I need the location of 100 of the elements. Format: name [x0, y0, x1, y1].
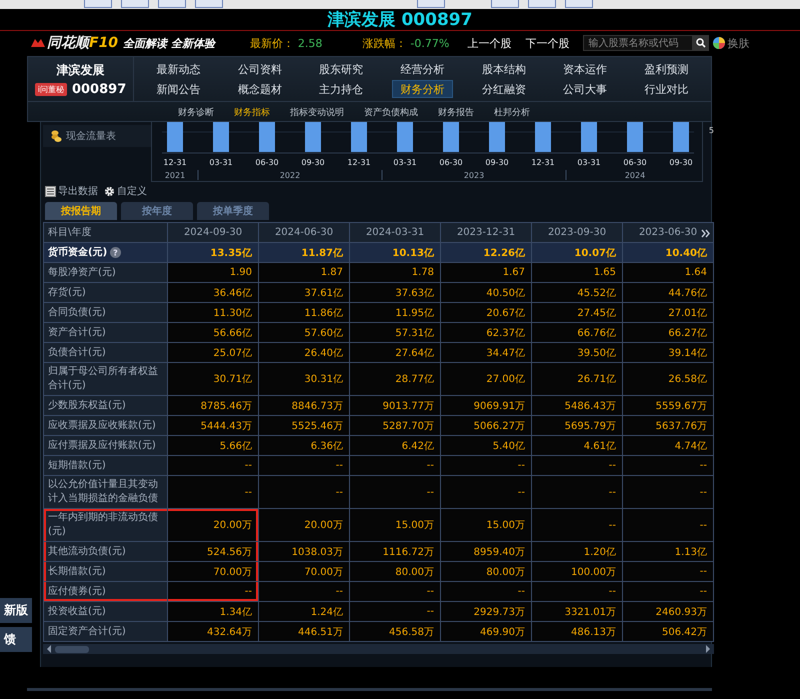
table-cell: 13.35亿 [168, 243, 259, 263]
customize-link[interactable]: 自定义 [104, 184, 147, 198]
table-cell: 70.00万 [168, 562, 259, 582]
x-axis-label: 09-30 [485, 158, 509, 167]
left-arrow-icon[interactable] [46, 645, 52, 653]
table-cell: 8959.40万 [441, 542, 532, 562]
table-cell: 456.58万 [350, 622, 441, 642]
row-label-text: 应付票据及应付账款(元) [48, 438, 156, 452]
row-label-text: 以公允价值计量且其变动计入当期损益的金融负债 [48, 478, 159, 506]
window-title: 津滨发展 000897 [328, 9, 472, 31]
table-cell: 56.66亿 [168, 323, 259, 343]
row-label-text: 资产合计(元) [48, 326, 106, 340]
horizontal-scrollbar[interactable] [43, 644, 714, 654]
table-cell: 1.65 [532, 263, 623, 283]
toolbar-button[interactable] [417, 0, 445, 8]
toolbar-button[interactable] [195, 0, 223, 8]
table-cell: 45.52亿 [532, 283, 623, 303]
subnav-tab[interactable]: 杜邦分析 [494, 106, 530, 118]
subnav-tab[interactable]: 财务指标 [234, 106, 270, 118]
table-cell: 4.61亿 [532, 436, 623, 456]
toolbar-button[interactable] [491, 0, 519, 8]
nav-tab[interactable]: 概念题材 [219, 79, 301, 99]
row-label-text: 短期借款(元) [48, 458, 106, 472]
skin-link[interactable]: 换肤 [727, 36, 750, 50]
x-axis-label: 06-30 [623, 158, 647, 167]
nav-tab[interactable]: 新闻公告 [138, 79, 220, 99]
ask-secretary-badge[interactable]: i问董秘 [34, 82, 67, 96]
row-label-text: 少数股东权益(元) [48, 398, 126, 412]
next-stock-link[interactable]: 下一个股 [525, 36, 570, 50]
table-cell: 5486.43万 [532, 396, 623, 416]
side-button[interactable]: 馈 [0, 627, 32, 652]
nav-tab[interactable]: 经营分析 [382, 59, 464, 79]
x-axis-label: 12-31 [163, 158, 187, 167]
toolbar-button[interactable] [158, 0, 186, 8]
search-icon [696, 38, 706, 48]
table-cell: 37.61亿 [259, 283, 350, 303]
chart-bar [305, 122, 321, 152]
sidebar-item[interactable]: 现金流量表 [43, 125, 151, 147]
table-cell: 11.95亿 [350, 303, 441, 323]
nav-tab[interactable]: 股本结构 [463, 59, 544, 79]
table-header-cell[interactable]: 2023-09-30 [532, 223, 623, 243]
export-data-link[interactable]: 导出数据 [45, 184, 98, 198]
table-cell: 27.01亿 [623, 303, 714, 323]
help-icon[interactable]: ? [110, 247, 122, 258]
subnav-tab[interactable]: 资产负债构成 [364, 106, 418, 118]
table-header-cell[interactable]: 2024-09-30 [168, 223, 259, 243]
subnav-tab[interactable]: 指标变动说明 [290, 106, 344, 118]
toolbar-button[interactable] [84, 0, 112, 8]
nav-tab[interactable]: 分红融资 [463, 79, 544, 99]
table-cell: 5695.79万 [532, 416, 623, 436]
table-header-cell[interactable]: 2023-12-31 [441, 223, 532, 243]
nav-tab[interactable]: 股东研究 [300, 59, 382, 79]
nav-tab[interactable]: 财务分析 [392, 80, 454, 98]
nav-tab[interactable]: 资本运作 [544, 59, 626, 79]
nav-tab[interactable]: 主力持仓 [300, 79, 382, 99]
nav-tab[interactable]: 公司资料 [219, 59, 301, 79]
table-header-cell: 科目\年度 [44, 223, 168, 243]
table-header-cell[interactable]: 2024-06-30 [259, 223, 350, 243]
table-cell: 1.67 [441, 263, 532, 283]
table-cell: 1.24亿 [259, 602, 350, 622]
table-cell: -- [259, 582, 350, 602]
scrollbar-thumb[interactable] [55, 646, 89, 652]
nav-tab[interactable]: 盈利预测 [626, 59, 707, 79]
previous-stock-link[interactable]: 上一个股 [467, 36, 512, 50]
nav-tab[interactable]: 最新动态 [138, 59, 220, 79]
toolbar-button[interactable] [121, 0, 149, 8]
table-header-cell[interactable]: 2023-06-30 [623, 223, 714, 243]
subnav-tab[interactable]: 财务报告 [438, 106, 474, 118]
toolbar-button[interactable] [565, 0, 593, 8]
nav-tab[interactable]: 行业对比 [626, 79, 707, 99]
table-cell: 5637.76万 [623, 416, 714, 436]
table-cell: 28.77亿 [350, 363, 441, 396]
x-axis-label: 12-31 [531, 158, 555, 167]
table-cell: 11.86亿 [259, 303, 350, 323]
color-wheel-icon[interactable] [713, 37, 726, 49]
x-axis-label: 06-30 [255, 158, 279, 167]
table-cell: -- [350, 582, 441, 602]
price-value: 2.58 [298, 36, 322, 50]
double-chevron-icon[interactable] [701, 229, 710, 238]
table-cell: 100.00万 [532, 562, 623, 582]
chart-bar [581, 122, 597, 152]
table-header-cell[interactable]: 2024-03-31 [350, 223, 441, 243]
table-cell: -- [441, 582, 532, 602]
table-cell: -- [350, 456, 441, 476]
table-cell: 432.64万 [168, 622, 259, 642]
table-cell: 5287.70万 [350, 416, 441, 436]
table-cell: -- [350, 602, 441, 622]
right-arrow-icon[interactable] [705, 645, 711, 653]
search-field[interactable]: 输入股票名称或代码 [583, 35, 694, 51]
toolbar-button[interactable] [528, 0, 556, 8]
table-cell: 5525.46万 [259, 416, 350, 436]
nav-tab[interactable]: 公司大事 [544, 79, 626, 99]
search-button[interactable] [693, 35, 710, 51]
period-tab[interactable]: 按报告期 [45, 202, 117, 220]
table-cell: 469.90万 [441, 622, 532, 642]
row-label-text: 长期借款(元) [48, 564, 106, 578]
side-button[interactable]: 新版 [0, 598, 32, 623]
table-cell: -- [168, 456, 259, 476]
table-cell: 1.64 [623, 263, 714, 283]
subnav-tab[interactable]: 财务诊断 [178, 106, 214, 118]
